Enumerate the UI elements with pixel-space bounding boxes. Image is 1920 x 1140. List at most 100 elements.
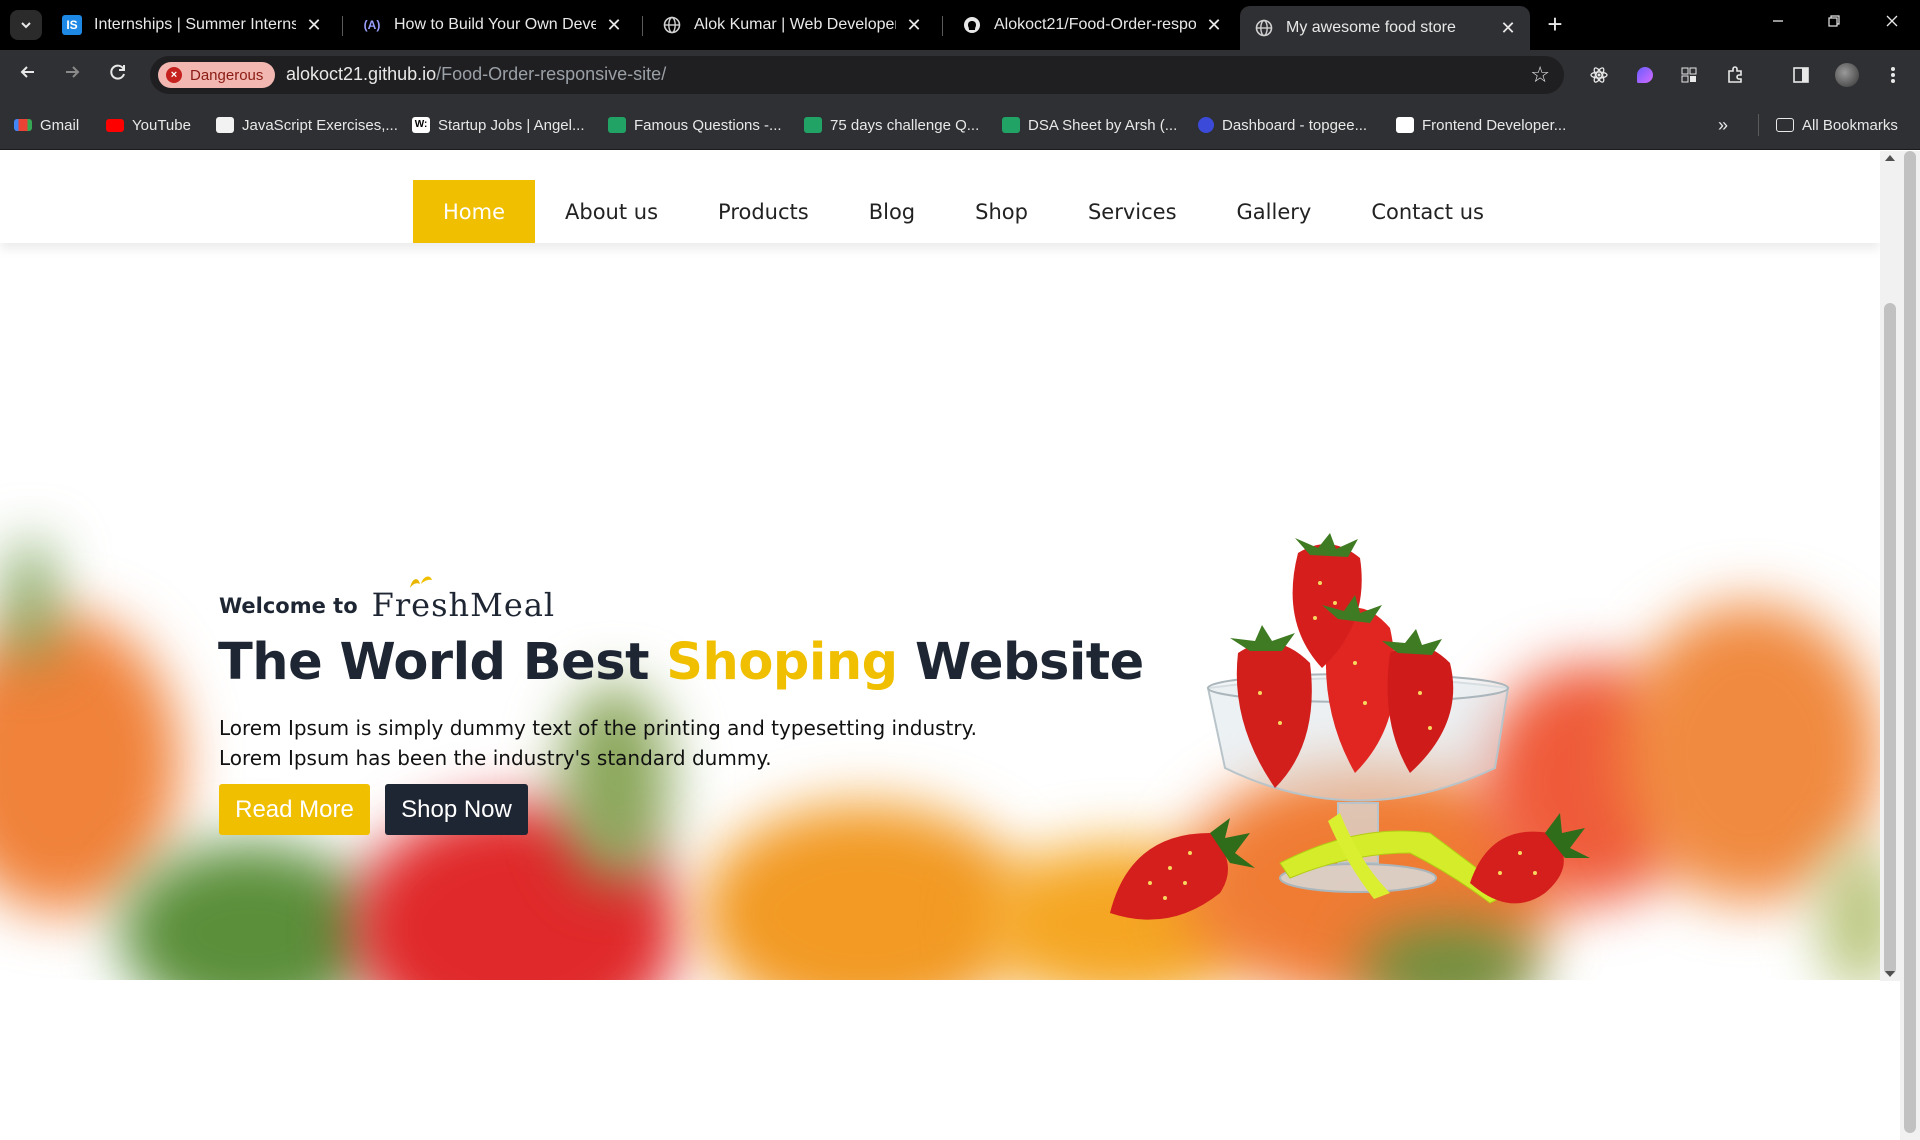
close-window-button[interactable] bbox=[1872, 12, 1912, 38]
description-line: Lorem Ipsum has been the industry's stan… bbox=[219, 746, 772, 770]
tab-github-repo[interactable]: Alokoct21/Food-Order-respons ✕ bbox=[948, 6, 1236, 44]
brand-logo: FreshMeal bbox=[371, 576, 556, 624]
bookmark-gmail[interactable]: Gmail bbox=[14, 115, 79, 135]
bookmark-label: Gmail bbox=[40, 116, 80, 134]
hero-headline: The World Best Shoping Website bbox=[218, 633, 1144, 692]
extension-grid-icon[interactable] bbox=[1676, 62, 1702, 88]
chevron-down-icon bbox=[21, 22, 31, 29]
menu-kebab-icon[interactable] bbox=[1880, 62, 1906, 88]
tab-title: Alokoct21/Food-Order-respons bbox=[994, 16, 1196, 33]
arrow-left-icon bbox=[20, 66, 34, 78]
youtube-icon bbox=[106, 118, 124, 132]
bookmark-label: YouTube bbox=[132, 116, 191, 134]
tab-alok-kumar[interactable]: Alok Kumar | Web Developer ✕ bbox=[648, 6, 936, 44]
sheets-icon bbox=[608, 117, 626, 133]
welcome-text: Welcome to bbox=[219, 594, 358, 618]
close-icon[interactable]: ✕ bbox=[904, 15, 924, 36]
topgeek-icon bbox=[1198, 117, 1214, 133]
dev-icon: (A) bbox=[363, 18, 381, 32]
forward-button[interactable] bbox=[58, 62, 86, 90]
bookmark-frontend-developer[interactable]: Frontend Developer... bbox=[1396, 115, 1566, 135]
nav-products[interactable]: Products bbox=[688, 180, 839, 243]
side-panel-icon[interactable] bbox=[1788, 62, 1814, 88]
bookmark-label: 75 days challenge Q... bbox=[830, 116, 980, 134]
bookmark-startup-jobs[interactable]: W: Startup Jobs | Angel... bbox=[412, 115, 584, 135]
headline-accent: Shoping bbox=[666, 633, 898, 692]
extension-gradient-icon[interactable] bbox=[1632, 62, 1658, 88]
all-bookmarks-button[interactable]: All Bookmarks bbox=[1776, 115, 1898, 135]
reload-button[interactable] bbox=[104, 62, 132, 90]
brand-name: FreshMeal bbox=[371, 586, 556, 624]
page-scrollbar[interactable] bbox=[1880, 151, 1900, 981]
nav-gallery[interactable]: Gallery bbox=[1207, 180, 1342, 243]
react-devtools-icon[interactable] bbox=[1586, 62, 1612, 88]
nav-menu: Home About us Products Blog Shop Service… bbox=[413, 180, 1514, 243]
bookmarks-divider bbox=[1758, 114, 1759, 136]
tab-title: How to Build Your Own Develop bbox=[394, 16, 596, 33]
nav-home[interactable]: Home bbox=[413, 180, 536, 243]
tab-divider bbox=[342, 16, 343, 36]
back-button[interactable] bbox=[14, 62, 42, 90]
tab-title: My awesome food store bbox=[1286, 19, 1456, 36]
page-scroll-thumb[interactable] bbox=[1884, 303, 1896, 975]
minimize-button[interactable] bbox=[1758, 12, 1798, 38]
shop-now-button[interactable]: Shop Now bbox=[385, 784, 528, 835]
scroll-up-arrow-icon[interactable] bbox=[1885, 155, 1895, 161]
warning-icon: × bbox=[166, 67, 182, 83]
bookmark-js-exercises[interactable]: JavaScript Exercises,... bbox=[216, 115, 398, 135]
extensions-puzzle-icon[interactable] bbox=[1722, 62, 1748, 88]
sheets-icon bbox=[804, 117, 822, 133]
reload-icon bbox=[110, 64, 125, 80]
tab-title: Internships | Summer Internship bbox=[94, 16, 296, 33]
nav-shop[interactable]: Shop bbox=[945, 180, 1058, 243]
wellfound-icon: W: bbox=[412, 117, 430, 133]
tab-internships[interactable]: IS Internships | Summer Internship ✕ bbox=[48, 6, 336, 44]
close-icon[interactable]: ✕ bbox=[1498, 18, 1518, 39]
tab-build-developer[interactable]: (A) How to Build Your Own Develop ✕ bbox=[348, 6, 636, 44]
tab-title: Alok Kumar | Web Developer bbox=[694, 16, 896, 33]
bookmark-75-days[interactable]: 75 days challenge Q... bbox=[804, 115, 979, 135]
read-more-button[interactable]: Read More bbox=[219, 784, 370, 835]
bookmark-famous-questions[interactable]: Famous Questions -... bbox=[608, 115, 782, 135]
url-text[interactable]: alokoct21.github.io/Food-Order-responsiv… bbox=[286, 64, 666, 85]
restore-button[interactable] bbox=[1814, 12, 1854, 38]
window-scrollbar[interactable] bbox=[1900, 151, 1920, 1140]
tab-divider bbox=[642, 16, 643, 36]
page-icon bbox=[216, 117, 234, 133]
tab-divider bbox=[942, 16, 943, 36]
nav-about-us[interactable]: About us bbox=[535, 180, 688, 243]
new-tab-button[interactable]: + bbox=[1542, 11, 1568, 38]
scroll-down-arrow-icon[interactable] bbox=[1885, 971, 1895, 977]
nav-services[interactable]: Services bbox=[1058, 180, 1207, 243]
bookmark-star-icon[interactable]: ☆ bbox=[1530, 62, 1550, 88]
nav-blog[interactable]: Blog bbox=[839, 180, 945, 243]
restore-icon bbox=[1828, 15, 1840, 27]
tab-search-button[interactable] bbox=[10, 10, 42, 40]
all-bookmarks-label: All Bookmarks bbox=[1802, 116, 1898, 134]
github-icon bbox=[962, 15, 982, 35]
profile-avatar[interactable] bbox=[1834, 62, 1860, 88]
security-badge-label: Dangerous bbox=[190, 66, 264, 84]
security-badge[interactable]: × Dangerous bbox=[158, 62, 276, 88]
bookmark-label: Startup Jobs | Angel... bbox=[438, 116, 585, 134]
headline-start: The World Best bbox=[218, 633, 650, 692]
url-path: /Food-Order-responsive-site/ bbox=[436, 64, 667, 84]
bookmarks-bar: Gmail YouTube JavaScript Exercises,... W… bbox=[0, 100, 1920, 150]
sheets-icon bbox=[1002, 117, 1020, 133]
close-icon[interactable]: ✕ bbox=[1204, 15, 1224, 36]
bookmark-youtube[interactable]: YouTube bbox=[106, 115, 191, 135]
more-bookmarks-chevron-icon[interactable]: » bbox=[1718, 115, 1728, 135]
bookmark-label: DSA Sheet by Arsh (... bbox=[1028, 116, 1178, 134]
bookmark-label: Dashboard - topgee... bbox=[1222, 116, 1368, 134]
close-icon[interactable]: ✕ bbox=[604, 15, 624, 36]
nav-contact-us[interactable]: Contact us bbox=[1341, 180, 1514, 243]
address-bar[interactable]: × Dangerous alokoct21.github.io/Food-Ord… bbox=[150, 56, 1564, 94]
bookmark-label: JavaScript Exercises,... bbox=[242, 116, 398, 134]
bookmark-dashboard[interactable]: Dashboard - topgee... bbox=[1198, 115, 1367, 135]
tab-food-store-active[interactable]: My awesome food store ✕ bbox=[1240, 6, 1530, 50]
tab-strip: IS Internships | Summer Internship ✕ (A)… bbox=[0, 0, 1920, 50]
bookmark-dsa-sheet[interactable]: DSA Sheet by Arsh (... bbox=[1002, 115, 1177, 135]
close-icon[interactable]: ✕ bbox=[304, 15, 324, 36]
window-scroll-thumb[interactable] bbox=[1904, 151, 1916, 1133]
arrow-right-icon bbox=[66, 66, 80, 78]
